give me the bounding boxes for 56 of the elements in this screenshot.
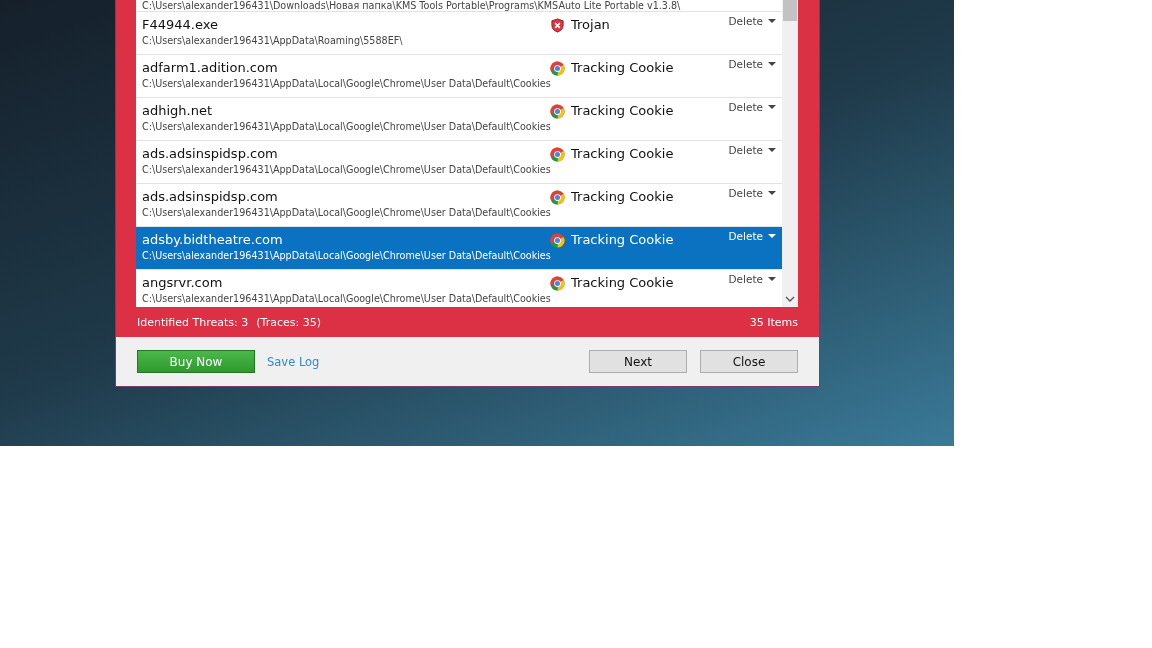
shield-x-icon — [550, 17, 565, 33]
action-dropdown[interactable]: Delete — [728, 15, 776, 27]
action-dropdown[interactable]: Delete — [728, 101, 776, 113]
file-path: C:\Users\alexander196431\AppData\Local\Google\Chrome\User Data\Default\Cookies — [142, 77, 550, 90]
caret-icon — [768, 19, 776, 23]
caret-icon — [768, 62, 776, 66]
item-name: adfarm1.adition.com — [142, 59, 279, 77]
item-name: angsrvr.com — [142, 274, 224, 292]
threats-count: Identified Threats: 3 — [137, 315, 249, 329]
traces-count: (Traces: 35) — [256, 315, 321, 329]
threat-type: Tracking Cookie — [571, 274, 674, 292]
item-name: adhigh.net — [142, 102, 214, 120]
threat-type: Trojan — [571, 16, 610, 34]
caret-icon — [768, 148, 776, 152]
tricolor-circle-icon — [550, 103, 565, 119]
item-name: ads.adsinspidsp.com — [142, 145, 279, 163]
tricolor-circle-icon — [550, 60, 565, 76]
tricolor-circle-icon — [550, 189, 565, 205]
threat-type: Tracking Cookie — [571, 59, 674, 77]
threat-type: Tracking Cookie — [571, 231, 674, 249]
threat-type: Tracking Cookie — [571, 145, 674, 163]
result-row[interactable]: ads.adsinspidsp.com C:\Users\alexander196431\AppData\Local\Google\Chrome\User Data\Default\Cookies Tracking Cookie Delete — [136, 141, 782, 184]
action-dropdown[interactable]: Delete — [728, 273, 776, 285]
action-dropdown[interactable]: Delete — [728, 58, 776, 70]
close-button[interactable]: Close — [700, 350, 798, 373]
result-row[interactable]: F44944.exe C:\Users\alexander196431\AppData\Roaming\5588EF\ Trojan Delete — [136, 12, 782, 55]
file-path: C:\Users\alexander196431\AppData\Local\Google\Chrome\User Data\Default\Cookies — [142, 249, 550, 262]
result-row[interactable]: adhigh.net C:\Users\alexander196431\AppData\Local\Google\Chrome\User Data\Default\Cookies Tracking Cookie Delete — [136, 98, 782, 141]
file-path: C:\Users\alexander196431\Downloads\Новая папка\KMS Tools Portable\Programs\KMSAuto Lite Portable v1.3.8\ — [142, 0, 681, 12]
scrollbar-thumb[interactable] — [783, 0, 797, 21]
items-count: 35 Items — [749, 315, 798, 329]
threat-type: Tracking Cookie — [571, 102, 674, 120]
tricolor-circle-icon — [550, 146, 565, 162]
file-path: C:\Users\alexander196431\AppData\Local\Google\Chrome\User Data\Default\Cookies — [142, 120, 550, 133]
tricolor-circle-icon — [550, 275, 565, 291]
item-name: ads.adsinspidsp.com — [142, 188, 279, 206]
file-path: C:\Users\alexander196431\AppData\Local\Google\Chrome\User Data\Default\Cookies — [142, 292, 550, 305]
tricolor-circle-icon — [550, 232, 565, 248]
item-name: F44944.exe — [142, 16, 220, 34]
action-dropdown[interactable]: Delete — [728, 144, 776, 156]
next-button[interactable]: Next — [589, 350, 687, 373]
file-path: C:\Users\alexander196431\AppData\Local\Google\Chrome\User Data\Default\Cookies — [142, 163, 550, 176]
caret-icon — [768, 234, 776, 238]
scrollbar[interactable] — [782, 0, 798, 307]
result-row[interactable]: adsby.bidtheatre.com C:\Users\alexander196431\AppData\Local\Google\Chrome\User Data\Default\Cookies Tracking Cookie Delete — [136, 227, 782, 270]
file-path: C:\Users\alexander196431\AppData\Local\Google\Chrome\User Data\Default\Cookies — [142, 206, 550, 219]
result-row[interactable]: adfarm1.adition.com C:\Users\alexander196431\AppData\Local\Google\Chrome\User Data\Default\Cookies Tracking Cookie Delete — [136, 55, 782, 98]
action-dropdown[interactable]: Delete — [728, 187, 776, 199]
file-path: C:\Users\alexander196431\AppData\Roaming\5588EF\ — [142, 34, 404, 47]
chevron-down-icon[interactable] — [785, 296, 795, 302]
caret-icon — [768, 105, 776, 109]
action-dropdown[interactable]: Delete — [728, 230, 776, 242]
caret-icon — [768, 277, 776, 281]
threat-type: Tracking Cookie — [571, 188, 674, 206]
item-name: adsby.bidtheatre.com — [142, 231, 284, 249]
caret-icon — [768, 191, 776, 195]
